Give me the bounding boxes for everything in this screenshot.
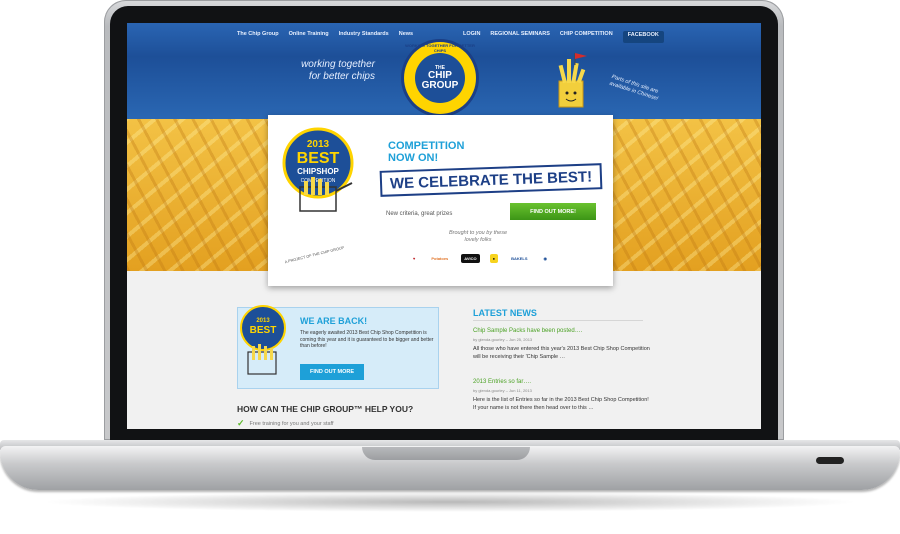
news-article-title[interactable]: Chip Sample Packs have been posted….	[473, 328, 653, 334]
checkmark-icon: ✓	[237, 418, 245, 428]
competition-heading: COMPETITION NOW ON!	[388, 140, 464, 164]
sponsor-avico[interactable]: AVICO	[461, 254, 480, 263]
nav-item-industry-standards[interactable]: Industry Standards	[339, 31, 389, 43]
now-on-line: NOW ON!	[388, 152, 439, 164]
logo-center: THE CHIP GROUP	[415, 53, 465, 103]
sponsor-heart-icon: ♥	[413, 256, 416, 261]
header-tagline: working together for better chips	[295, 59, 375, 83]
news-article: 2013 Entries so far…. by glenda.gourley …	[473, 379, 653, 412]
help-list-item: ✓ Free training for you and your staff	[237, 418, 334, 429]
project-caption: A PROJECT OF THE CHIP GROUP	[284, 245, 345, 265]
facebook-link[interactable]: FACEBOOK	[622, 31, 664, 43]
promo-badge-icon: 2013 BEST	[240, 305, 286, 375]
badge-chipshop: CHIPSHOP	[297, 167, 339, 176]
logo-group: GROUP	[421, 80, 459, 91]
promo-find-out-more-button[interactable]: FIND OUT MORE	[300, 364, 364, 380]
news-article-excerpt: Here is the list of Entries so far in th…	[473, 397, 649, 411]
badge-best: BEST	[297, 150, 340, 167]
laptop-opening-notch	[362, 447, 530, 460]
help-item-text: Free training for you and your staff	[249, 420, 334, 427]
main-nav: The Chip Group Online Training Industry …	[237, 31, 413, 43]
svg-text:2013: 2013	[256, 318, 270, 324]
utility-nav: LOGIN REGIONAL SEMINARS CHIP COMPETITION…	[463, 31, 664, 43]
news-article-meta: by glenda.gourley – Jun 25, 2013	[473, 337, 533, 342]
logo-ring-text: WORKING TOGETHER FOR BETTER CHIPS	[405, 43, 475, 53]
svg-text:BEST: BEST	[250, 325, 277, 336]
we-are-back-heading: WE ARE BACK!	[300, 316, 368, 326]
laptop-shadow	[40, 492, 860, 512]
sponsor-logos: ♥ Potatoes AVICO ● BAKELS ◉	[410, 254, 550, 263]
tagline-line-1: working together	[301, 59, 375, 70]
nav-item-chip-competition[interactable]: CHIP COMPETITION	[560, 31, 613, 43]
nav-item-chip-group[interactable]: The Chip Group	[237, 31, 279, 43]
help-heading: HOW CAN THE CHIP GROUP™ HELP YOU?	[237, 404, 414, 414]
news-divider	[473, 320, 643, 321]
news-article-title[interactable]: 2013 Entries so far….	[473, 379, 653, 385]
competition-card: 2013 BEST CHIPSHOP COMPETITION A PROJECT…	[268, 115, 613, 286]
site-header: The Chip Group Online Training Industry …	[127, 23, 761, 119]
chip-group-logo[interactable]: WORKING TOGETHER FOR BETTER CHIPS THE CH…	[404, 42, 476, 114]
competition-line: COMPETITION	[388, 140, 465, 152]
find-out-more-button[interactable]: FIND OUT MORE!	[510, 203, 596, 220]
badge-year: 2013	[307, 139, 330, 150]
news-article-excerpt: All those who have entered this year's 2…	[473, 346, 650, 360]
we-are-back-panel: 2013 BEST WE ARE BACK! The eagerly await…	[237, 305, 439, 389]
laptop-screen: The Chip Group Online Training Industry …	[127, 23, 761, 429]
sponsor-potatoes[interactable]: Potatoes	[428, 254, 451, 263]
chinese-sidenote: Parts of this site are available in Chin…	[608, 74, 659, 103]
nav-item-login[interactable]: LOGIN	[463, 31, 480, 43]
brought-to-you-text: Brought to you by these lovely folks	[448, 230, 508, 243]
we-are-back-text: The eagerly awaited 2013 Best Chip Shop …	[300, 330, 434, 349]
nav-item-online-training[interactable]: Online Training	[289, 31, 329, 43]
tagline-line-2: for better chips	[308, 71, 375, 82]
sponsor-round-logo-icon: ◉	[543, 256, 548, 261]
sponsor-bakels[interactable]: BAKELS	[508, 254, 530, 263]
laptop-port-slot	[816, 457, 844, 464]
competition-badge-icon: 2013 BEST CHIPSHOP COMPETITION	[282, 127, 354, 212]
nav-item-regional-seminars[interactable]: REGIONAL SEMINARS	[490, 31, 550, 43]
news-article-meta: by glenda.gourley – Jun 11, 2013	[473, 388, 532, 393]
latest-news-heading: LATEST NEWS	[473, 308, 537, 318]
news-article: Chip Sample Packs have been posted…. by …	[473, 328, 653, 361]
nav-item-news[interactable]: News	[399, 31, 413, 43]
celebrate-banner: WE CELEBRATE THE BEST!	[379, 163, 603, 197]
criteria-text: New criteria, great prizes	[386, 211, 453, 217]
sponsor-yellow-logo-icon: ●	[489, 254, 499, 263]
chips-mascot-icon	[558, 53, 587, 108]
